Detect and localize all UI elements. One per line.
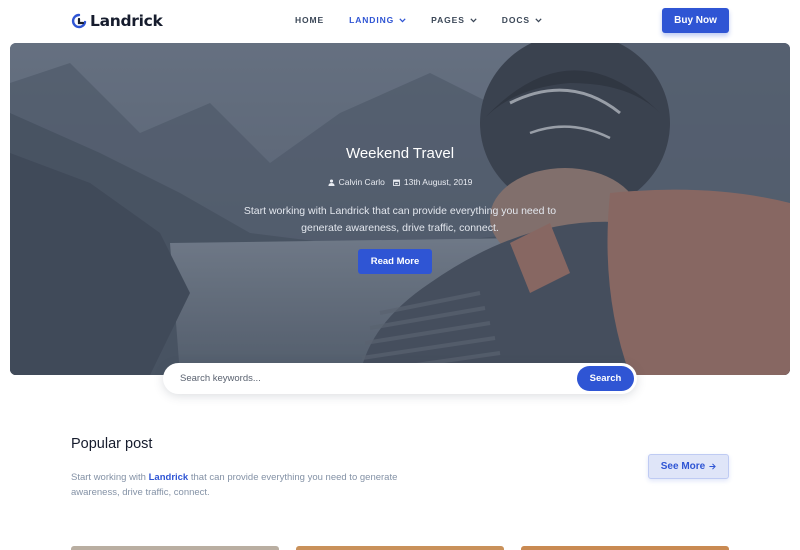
chevron-down-icon <box>535 17 542 22</box>
search-button[interactable]: Search <box>577 366 634 391</box>
logo[interactable]: Landrick <box>71 10 163 32</box>
see-more-label: See More <box>660 461 706 472</box>
read-more-button[interactable]: Read More <box>358 249 432 274</box>
post-card-image[interactable] <box>296 546 504 550</box>
chevron-down-icon <box>470 17 477 22</box>
post-card-image[interactable] <box>71 546 279 550</box>
nav-item-docs[interactable]: DOCS <box>502 15 542 25</box>
section-title: Popular post <box>71 436 153 452</box>
post-meta: Calvin Carlo 13th August, 2019 <box>10 177 790 187</box>
navbar: Landrick HOME LANDING PAGES DOCS Buy Now <box>0 0 800 42</box>
nav-item-label: DOCS <box>501 15 530 25</box>
nav-item-label: PAGES <box>431 15 465 25</box>
brand-name: Landrick <box>90 12 163 30</box>
brand-highlight: Landrick <box>148 472 189 483</box>
hero-description: Start working with Landrick that can pro… <box>10 203 790 237</box>
post-card-image[interactable] <box>521 546 729 550</box>
see-more-button[interactable]: See More <box>648 454 729 479</box>
author-name: Calvin Carlo <box>338 177 385 187</box>
nav-item-home[interactable]: HOME <box>295 15 324 25</box>
hero-description-line: generate awareness, drive traffic, conne… <box>301 222 499 234</box>
nav-item-pages[interactable]: PAGES <box>431 15 477 25</box>
date-meta: 13th August, 2019 <box>392 177 473 187</box>
search-input[interactable] <box>180 363 560 394</box>
buy-now-button[interactable]: Buy Now <box>662 8 729 33</box>
author-meta[interactable]: Calvin Carlo <box>328 177 385 187</box>
search-bar: Search <box>163 363 637 394</box>
arrow-right-icon <box>709 463 717 470</box>
description-text: Start working with <box>71 472 149 483</box>
nav-item-landing[interactable]: LANDING <box>349 15 406 25</box>
user-icon <box>328 178 335 186</box>
main-nav: HOME LANDING PAGES DOCS <box>295 15 567 25</box>
hero-title: Weekend Travel <box>345 145 455 162</box>
hero-banner: Weekend Travel Calvin Carlo 13th August,… <box>10 43 790 375</box>
nav-item-label: HOME <box>295 15 325 25</box>
calendar-icon <box>392 179 400 186</box>
section-description: Start working with Landrick that can pro… <box>71 470 421 500</box>
nav-item-label: LANDING <box>349 15 395 25</box>
chevron-down-icon <box>399 17 406 22</box>
post-date: 13th August, 2019 <box>403 177 473 187</box>
logo-icon <box>71 13 87 29</box>
hero-description-line: Start working with Landrick that can pro… <box>243 205 557 217</box>
